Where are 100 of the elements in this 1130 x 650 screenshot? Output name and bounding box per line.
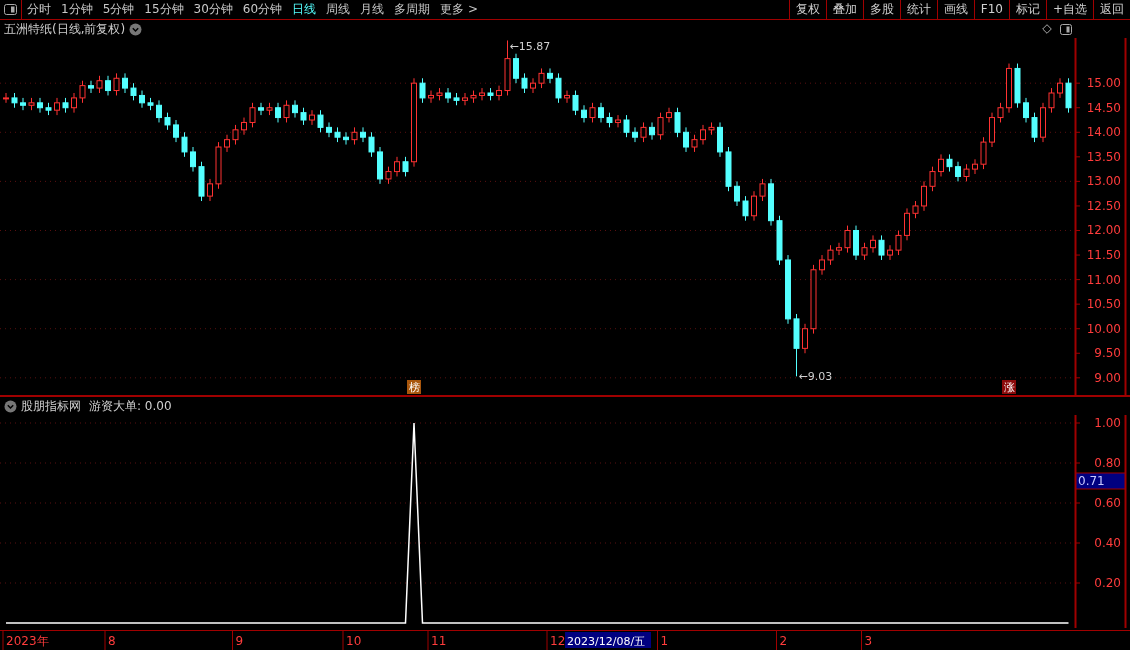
candlestick <box>190 146 196 173</box>
candlestick <box>955 161 961 182</box>
candlestick <box>96 75 103 94</box>
candlestick <box>615 114 621 128</box>
stock-title: 五洲特纸(日线,前复权) <box>3 21 126 38</box>
axis-label: 0.20 <box>1094 576 1121 590</box>
candlestick <box>266 102 273 116</box>
candlestick <box>819 254 825 276</box>
candlestick <box>232 124 239 146</box>
candlestick <box>989 112 995 148</box>
candlestick <box>54 97 60 116</box>
candlestick <box>88 80 94 94</box>
candlestick <box>79 80 86 104</box>
candlestick <box>725 146 732 192</box>
candlestick <box>71 92 77 114</box>
candlestick <box>929 166 936 192</box>
axis-label: 10.00 <box>1086 321 1121 336</box>
candlestick <box>334 126 341 143</box>
candlestick <box>1023 97 1029 123</box>
axis-label: 9.00 <box>1094 370 1121 385</box>
candlestick <box>717 121 723 158</box>
period-tab[interactable]: 15分钟 <box>139 0 189 19</box>
panel-toggle-icon[interactable] <box>1060 23 1072 35</box>
candlestick <box>113 72 120 96</box>
period-tab[interactable]: 多周期 <box>389 0 436 19</box>
candlestick <box>343 131 349 146</box>
candlestick <box>921 180 927 212</box>
candlestick <box>309 109 315 126</box>
diamond-icon[interactable] <box>1042 24 1052 34</box>
candlestick <box>657 112 664 141</box>
time-axis-label: 11 <box>431 633 447 648</box>
candlestick <box>513 53 519 84</box>
candlestick <box>938 153 944 177</box>
candlestick <box>249 102 256 128</box>
cursor-date-label: 2023/12/08/五 <box>565 631 651 648</box>
period-tab[interactable]: 分时 <box>22 0 56 19</box>
candlestick <box>683 126 689 153</box>
axis-label: 9.50 <box>1094 346 1121 361</box>
candlestick <box>708 121 715 136</box>
candlestick <box>3 92 9 104</box>
candlestick <box>666 107 672 123</box>
period-tab[interactable]: 1分钟 <box>56 0 98 19</box>
candlestick <box>547 67 553 84</box>
period-tab[interactable]: 30分钟 <box>188 0 238 19</box>
period-tab[interactable]: 60分钟 <box>237 0 288 19</box>
candlestick <box>589 102 596 123</box>
axis-label: 11.50 <box>1086 248 1121 263</box>
candlestick <box>360 126 366 143</box>
period-tab[interactable]: 5分钟 <box>97 0 140 19</box>
period-tab[interactable]: 月线 <box>355 0 390 19</box>
candlestick <box>62 97 69 114</box>
candlestick <box>122 72 128 94</box>
period-tab[interactable]: 日线 <box>287 0 322 19</box>
candlestick <box>45 102 52 116</box>
candlestick <box>28 97 35 111</box>
candlestick <box>870 234 876 254</box>
axis-label: 0.60 <box>1094 496 1121 510</box>
candlestick <box>504 39 511 96</box>
candlestick <box>300 107 307 126</box>
candlestick <box>1065 77 1072 114</box>
axis-label: 15.00 <box>1086 76 1121 91</box>
candlestick <box>581 104 587 123</box>
candlestick <box>275 102 281 123</box>
candlestick <box>649 121 655 141</box>
candlestick <box>462 92 468 106</box>
candlestick <box>139 90 145 109</box>
candlestick <box>742 195 749 222</box>
candlestick <box>11 92 18 109</box>
candlestick <box>130 82 137 101</box>
period-tab[interactable]: 更多 > <box>435 0 483 19</box>
axis-label: 0.40 <box>1094 536 1121 550</box>
candlestick <box>241 117 247 136</box>
axis-label: 13.00 <box>1086 174 1121 189</box>
candlestick <box>402 156 409 177</box>
candlestick <box>377 146 383 185</box>
candlestick <box>326 121 332 138</box>
candlestick <box>453 92 460 106</box>
candlestick <box>980 136 987 170</box>
candlestick <box>1040 102 1046 143</box>
candlestick <box>428 90 434 104</box>
candlestick <box>292 99 298 119</box>
candlestick <box>207 178 213 202</box>
candlestick <box>836 242 842 256</box>
candlestick <box>37 97 43 114</box>
candlestick <box>368 131 375 158</box>
candlestick <box>793 313 800 377</box>
candlestick <box>946 153 953 173</box>
indicator-source: 股朋指标网 <box>21 398 81 415</box>
period-tab[interactable]: 周线 <box>321 0 356 19</box>
candlestick <box>147 97 154 111</box>
candlestick <box>445 87 451 104</box>
time-axis-label: 2023年 <box>6 633 49 648</box>
candlestick <box>521 72 528 94</box>
candlestick <box>1048 87 1055 114</box>
candlestick <box>895 230 902 256</box>
time-axis-label: 9 <box>235 633 244 648</box>
candlestick <box>844 225 851 254</box>
candlestick <box>640 121 647 143</box>
dropdown-icon[interactable] <box>129 22 143 36</box>
time-axis-label: 8 <box>108 633 116 648</box>
